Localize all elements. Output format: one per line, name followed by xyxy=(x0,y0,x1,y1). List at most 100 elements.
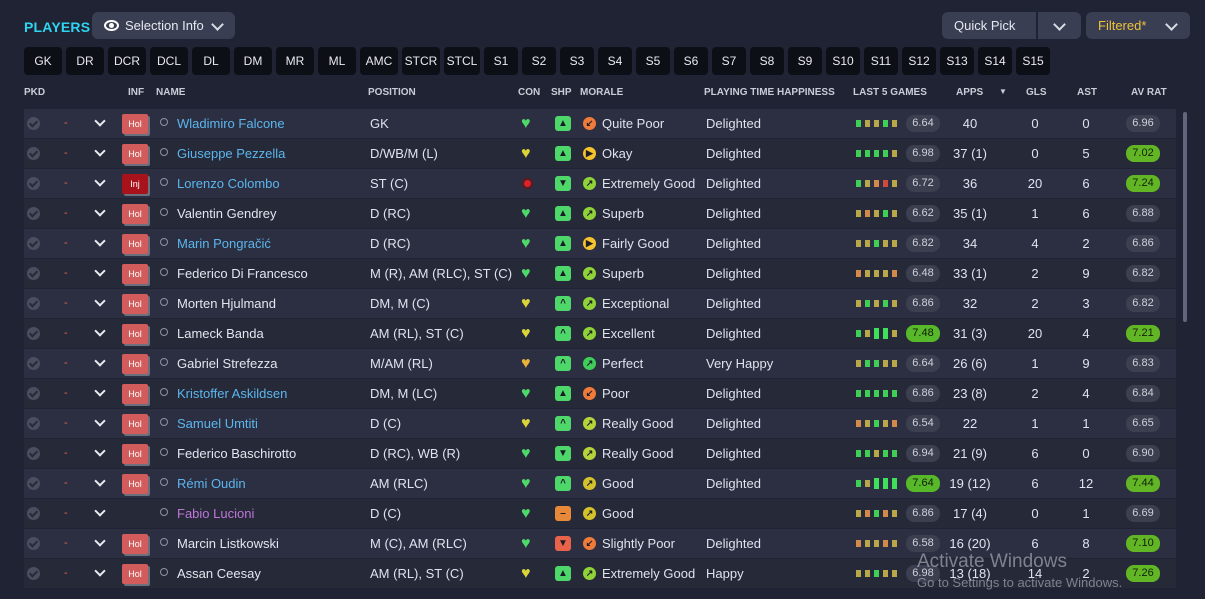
status-badge[interactable]: Hol xyxy=(122,294,148,314)
scrollbar[interactable] xyxy=(1183,112,1187,322)
chevron-down-icon[interactable] xyxy=(94,205,106,217)
player-name-link[interactable]: Federico Baschirotto xyxy=(177,439,296,468)
filter-button-s8[interactable]: S8 xyxy=(750,47,784,75)
quick-pick-button[interactable]: Quick Pick xyxy=(942,12,1036,39)
filter-button-mr[interactable]: MR xyxy=(276,47,314,75)
filter-dropdown[interactable]: Filtered* xyxy=(1086,12,1190,39)
header-name[interactable]: NAME xyxy=(156,87,185,105)
filter-button-dr[interactable]: DR xyxy=(66,47,104,75)
player-name-link[interactable]: Valentin Gendrey xyxy=(177,199,277,228)
chevron-down-icon[interactable] xyxy=(94,355,106,367)
player-name-link[interactable]: Samuel Umtiti xyxy=(177,409,258,438)
status-badge[interactable]: Hol xyxy=(122,564,148,584)
player-name-link[interactable]: Wladimiro Falcone xyxy=(177,109,285,138)
status-badge[interactable]: Hol xyxy=(122,384,148,404)
status-badge[interactable]: Hol xyxy=(122,444,148,464)
table-row[interactable]: - Hol Lameck Banda AM (RL), ST (C) ♥ ^ ↗ Excell… xyxy=(24,319,1176,348)
player-name-link[interactable]: Fabio Lucioni xyxy=(177,499,254,528)
status-badge[interactable]: Hol xyxy=(122,264,148,284)
status-badge[interactable]: Hol xyxy=(122,534,148,554)
pick-checkbox[interactable] xyxy=(27,477,40,490)
header-position[interactable]: POSITION xyxy=(368,87,416,105)
filter-button-amc[interactable]: AMC xyxy=(360,47,398,75)
chevron-down-icon[interactable] xyxy=(94,115,106,127)
player-name-link[interactable]: Federico Di Francesco xyxy=(177,259,308,288)
filter-button-s5[interactable]: S5 xyxy=(636,47,670,75)
header-pkd[interactable]: PKD xyxy=(24,87,45,105)
filter-button-s14[interactable]: S14 xyxy=(978,47,1012,75)
pick-checkbox[interactable] xyxy=(27,117,40,130)
player-name-link[interactable]: Rémi Oudin xyxy=(177,469,246,498)
chevron-down-icon[interactable] xyxy=(94,295,106,307)
player-name-link[interactable]: Lorenzo Colombo xyxy=(177,169,280,198)
quick-pick-menu-button[interactable] xyxy=(1038,12,1081,39)
header-ast[interactable]: AST xyxy=(1077,87,1097,105)
table-row[interactable]: - Hol Samuel Umtiti D (C) ♥ ^ ↗ Really Good Deli… xyxy=(24,409,1176,438)
pick-checkbox[interactable] xyxy=(27,267,40,280)
chevron-down-icon[interactable] xyxy=(94,265,106,277)
player-name-link[interactable]: Gabriel Strefezza xyxy=(177,349,277,378)
filter-button-s3[interactable]: S3 xyxy=(560,47,594,75)
status-badge[interactable]: Hol xyxy=(122,234,148,254)
status-badge[interactable]: Hol xyxy=(122,144,148,164)
pick-checkbox[interactable] xyxy=(27,177,40,190)
chevron-down-icon[interactable] xyxy=(94,325,106,337)
filter-button-s13[interactable]: S13 xyxy=(940,47,974,75)
filter-button-s11[interactable]: S11 xyxy=(864,47,898,75)
table-row[interactable]: - Hol Rémi Oudin AM (RLC) ♥ ^ ↗ Good Delighted 7.… xyxy=(24,469,1176,498)
chevron-down-icon[interactable] xyxy=(94,475,106,487)
filter-button-s15[interactable]: S15 xyxy=(1016,47,1050,75)
table-row[interactable]: - Hol Kristoffer Askildsen DM, M (LC) ♥ ▲ ↙ Poo… xyxy=(24,379,1176,408)
chevron-down-icon[interactable] xyxy=(94,175,106,187)
header-gls[interactable]: GLS xyxy=(1026,87,1047,105)
chevron-down-icon[interactable] xyxy=(94,145,106,157)
filter-button-s12[interactable]: S12 xyxy=(902,47,936,75)
filter-button-stcr[interactable]: STCR xyxy=(402,47,440,75)
chevron-down-icon[interactable] xyxy=(94,565,106,577)
pick-checkbox[interactable] xyxy=(27,417,40,430)
player-name-link[interactable]: Morten Hjulmand xyxy=(177,289,276,318)
pick-checkbox[interactable] xyxy=(27,207,40,220)
filter-button-s4[interactable]: S4 xyxy=(598,47,632,75)
filter-button-dm[interactable]: DM xyxy=(234,47,272,75)
pick-checkbox[interactable] xyxy=(27,537,40,550)
table-row[interactable]: - Hol Giuseppe Pezzella D/WB/M (L) ♥ ▲ ▶ Okay De… xyxy=(24,139,1176,168)
pick-checkbox[interactable] xyxy=(27,327,40,340)
chevron-down-icon[interactable] xyxy=(94,385,106,397)
filter-button-stcl[interactable]: STCL xyxy=(444,47,480,75)
table-row[interactable]: - Hol Gabriel Strefezza M/AM (RL) ♥ ^ ↗ Perfect… xyxy=(24,349,1176,378)
pick-checkbox[interactable] xyxy=(27,567,40,580)
table-row[interactable]: - Hol Federico Baschirotto D (RC), WB (R) ♥ ▼… xyxy=(24,439,1176,468)
filter-button-s10[interactable]: S10 xyxy=(826,47,860,75)
chevron-down-icon[interactable] xyxy=(94,235,106,247)
chevron-down-icon[interactable] xyxy=(94,505,106,517)
status-badge[interactable]: Hol xyxy=(122,324,148,344)
status-badge[interactable]: Hol xyxy=(122,474,148,494)
pick-checkbox[interactable] xyxy=(27,237,40,250)
pick-checkbox[interactable] xyxy=(27,357,40,370)
status-badge[interactable]: Hol xyxy=(122,114,148,134)
filter-button-s7[interactable]: S7 xyxy=(712,47,746,75)
header-con[interactable]: CON xyxy=(518,87,540,105)
table-row[interactable]: - Hol Valentin Gendrey D (RC) ♥ ▲ ↗ Superb Delig… xyxy=(24,199,1176,228)
table-row[interactable]: - Hol Morten Hjulmand DM, M (C) ♥ ^ ↗ Exception… xyxy=(24,289,1176,318)
status-badge[interactable]: Hol xyxy=(122,354,148,374)
chevron-down-icon[interactable] xyxy=(94,535,106,547)
filter-button-s1[interactable]: S1 xyxy=(484,47,518,75)
filter-button-dcr[interactable]: DCR xyxy=(108,47,146,75)
chevron-down-icon[interactable] xyxy=(94,415,106,427)
header-morale[interactable]: MORALE xyxy=(580,87,623,105)
selection-info-dropdown[interactable]: Selection Info xyxy=(92,12,235,39)
player-name-link[interactable]: Assan Ceesay xyxy=(177,559,261,588)
table-row[interactable]: - Hol Marin Pongračić D (RC) ♥ ▲ ▶ Fairly Good D… xyxy=(24,229,1176,258)
filter-button-gk[interactable]: GK xyxy=(24,47,62,75)
filter-button-s2[interactable]: S2 xyxy=(522,47,556,75)
status-badge[interactable]: Hol xyxy=(122,204,148,224)
status-badge[interactable]: Inj xyxy=(122,174,148,194)
filter-button-dcl[interactable]: DCL xyxy=(150,47,188,75)
filter-button-dl[interactable]: DL xyxy=(192,47,230,75)
status-badge[interactable]: Hol xyxy=(122,414,148,434)
pick-checkbox[interactable] xyxy=(27,147,40,160)
player-name-link[interactable]: Giuseppe Pezzella xyxy=(177,139,285,168)
player-name-link[interactable]: Marcin Listkowski xyxy=(177,529,279,558)
